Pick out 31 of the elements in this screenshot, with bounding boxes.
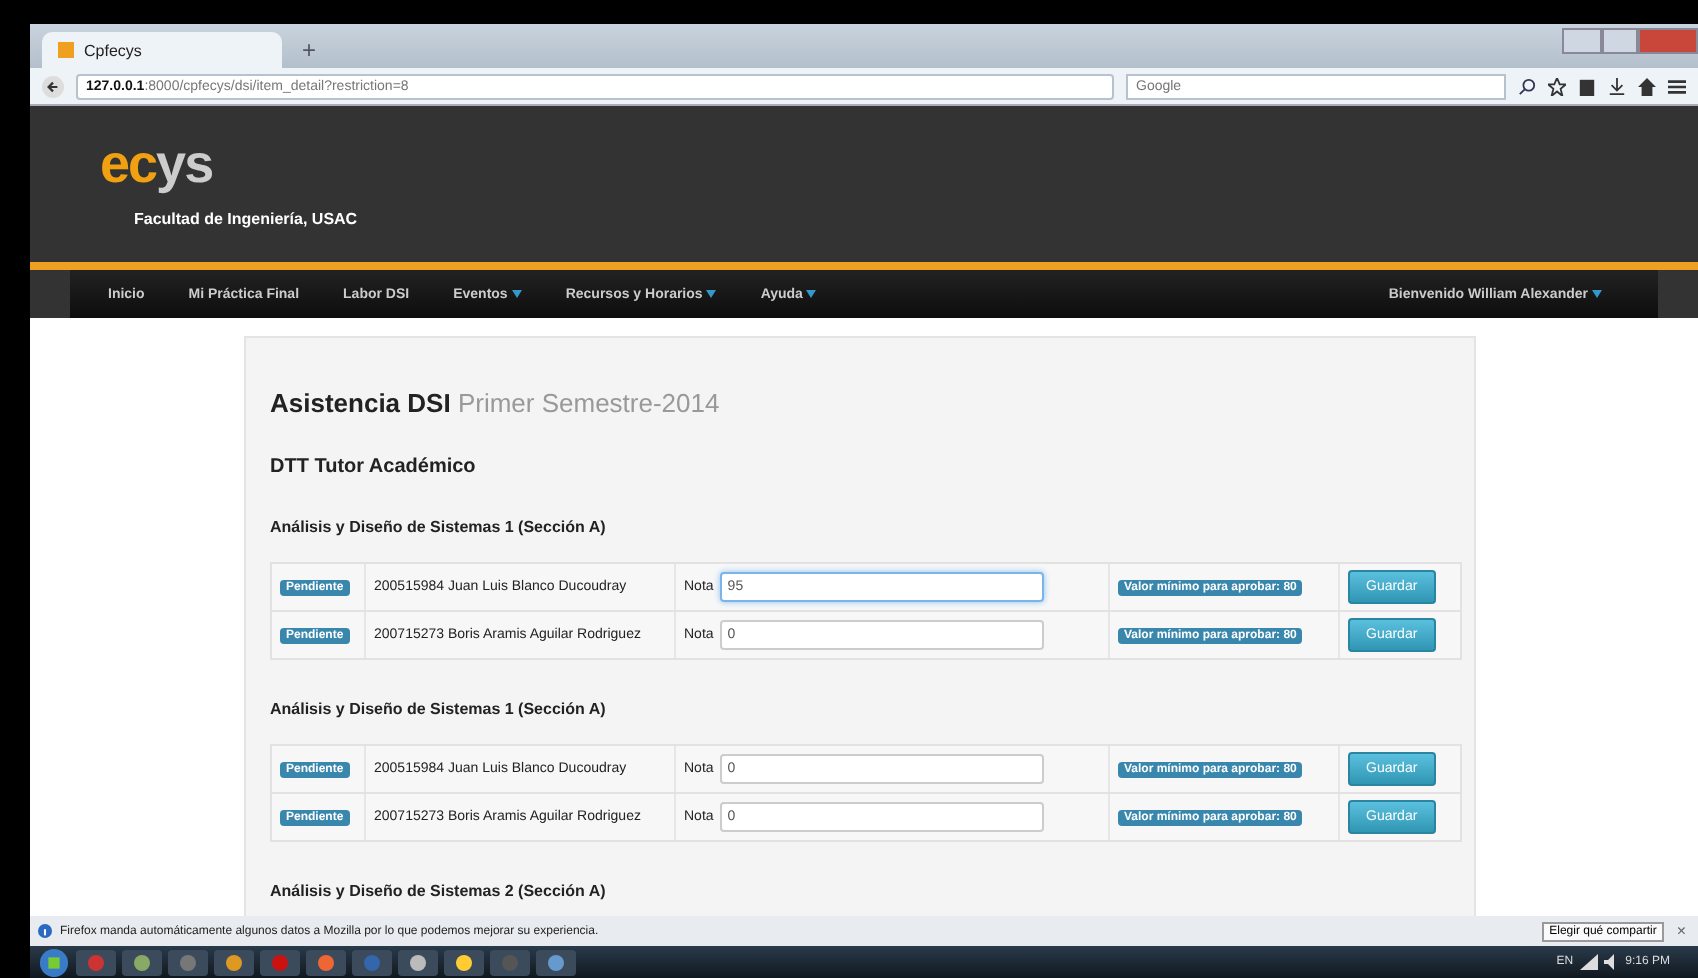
course-heading: Análisis y Diseño de Sistemas 1 (Sección A) [270,700,606,718]
taskbar-app-icon[interactable] [214,949,254,975]
caret-icon [1592,290,1602,298]
caret-icon [511,290,522,298]
course-heading: Análisis y Diseño de Sistemas 2 (Sección A) [270,882,606,900]
role-heading: DTT Tutor Académico [270,456,476,478]
course-heading: Análisis y Diseño de Sistemas 1 (Sección A) [270,518,606,536]
site-subtitle: Facultad de Ingeniería, USAC [134,210,358,228]
search-icon[interactable] [1518,77,1536,95]
star-icon[interactable] [1548,77,1566,95]
taskbar-app-icon[interactable] [306,949,346,975]
close-button[interactable]: × [1672,922,1690,940]
favicon-icon [58,42,74,58]
taskbar-app-icon[interactable] [536,949,576,975]
browser-tab[interactable]: Cpfecys [42,32,282,68]
menu-icon[interactable] [1668,77,1686,95]
volume-icon[interactable] [1603,954,1620,970]
taskbar-app-icon[interactable] [122,949,162,975]
network-icon[interactable] [1579,954,1598,970]
info-icon [38,924,52,938]
start-icon[interactable] [38,947,70,977]
page-title: Asistencia DSI Primer Semestre-2014 [270,388,720,418]
logo: ecys [100,138,213,192]
taskbar-app-icon[interactable] [398,949,438,975]
home-icon[interactable] [1638,77,1656,95]
caret-icon [706,290,717,298]
back-icon[interactable] [42,75,64,97]
caret-icon [806,290,817,298]
new-tab-button[interactable]: + [294,32,325,68]
download-icon[interactable] [1608,77,1626,95]
taskbar-app-icon[interactable] [444,949,484,975]
